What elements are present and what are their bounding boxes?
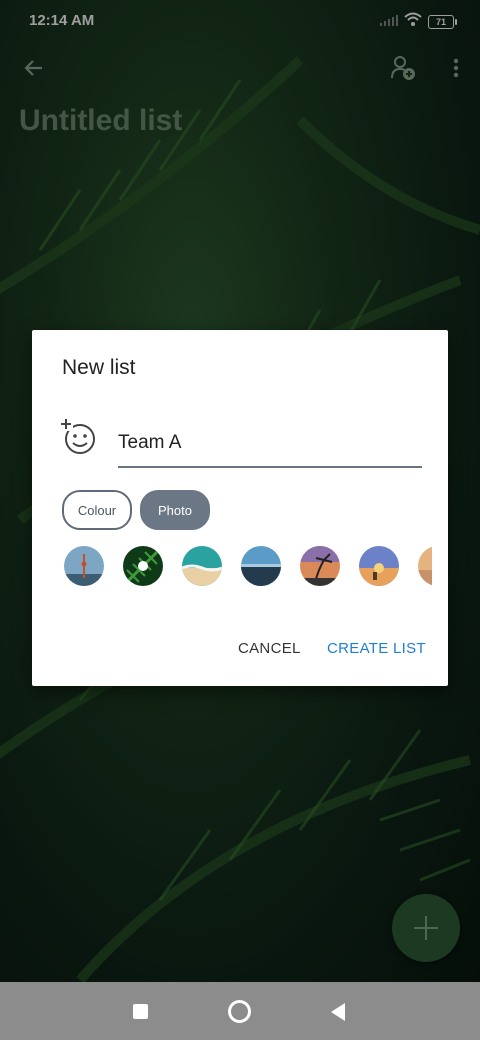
shore-sunset-icon[interactable] <box>418 546 432 586</box>
colour-chip[interactable]: Colour <box>62 490 132 530</box>
create-list-button[interactable]: CREATE LIST <box>327 640 426 657</box>
photo-thumbnails-row <box>64 546 432 586</box>
home-icon[interactable] <box>228 1000 251 1023</box>
new-list-dialog: New list Colour Photo CANCEL CREATE LIST <box>32 330 448 686</box>
add-fab-button[interactable] <box>392 894 460 962</box>
cancel-button[interactable]: CANCEL <box>238 640 301 657</box>
beach-wave-icon[interactable] <box>182 546 222 586</box>
desert-sunset-icon[interactable] <box>359 546 399 586</box>
city-tower-icon[interactable] <box>64 546 104 586</box>
palm-sunset-icon[interactable] <box>300 546 340 586</box>
fern-icon[interactable] <box>123 546 163 586</box>
recents-icon[interactable] <box>133 1004 148 1019</box>
photo-chip[interactable]: Photo <box>140 490 210 530</box>
add-emoji-icon[interactable] <box>60 418 98 456</box>
nav-back-icon[interactable] <box>331 1003 345 1021</box>
list-name-input[interactable] <box>118 426 422 468</box>
ocean-horizon-icon[interactable] <box>241 546 281 586</box>
system-nav-bar <box>0 982 480 1040</box>
dialog-title: New list <box>62 356 136 379</box>
